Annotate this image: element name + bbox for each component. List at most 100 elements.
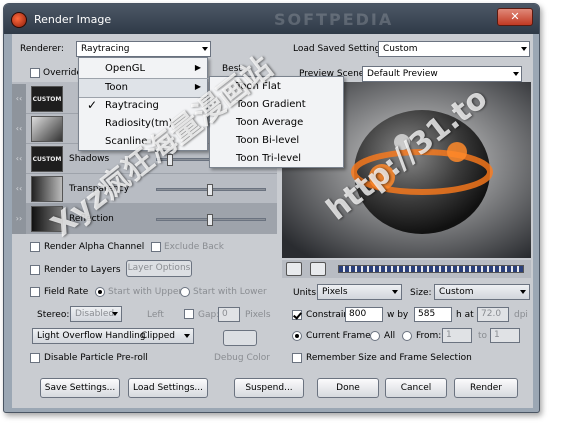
render-image-window: Render Image SOFTPEDIA ✕ Renderer: Raytr… <box>3 3 540 413</box>
home-icon[interactable] <box>310 262 326 276</box>
menu-item-toon-gradient[interactable]: Toon Gradient <box>210 96 343 114</box>
effect-thumbnail: CUSTOM <box>31 86 63 112</box>
dpi-label: dpi <box>514 310 528 320</box>
drag-handle-icon[interactable]: ‹‹ <box>12 114 26 144</box>
size-value: Custom <box>439 287 474 297</box>
sphere-icon[interactable] <box>286 262 302 276</box>
start-upper-label: Start with Upper <box>108 287 183 297</box>
current-frame-radio[interactable] <box>292 331 302 341</box>
from-field[interactable]: 1 <box>442 328 472 343</box>
from-radio[interactable] <box>402 331 412 341</box>
gap-field[interactable]: 0 <box>218 307 240 322</box>
chevron-down-icon <box>520 290 526 294</box>
menu-item-toon-tri-level[interactable]: Toon Tri-level <box>210 150 343 168</box>
drag-handle-icon[interactable]: ›› <box>12 204 26 234</box>
menu-item-scanline[interactable]: Scanline <box>79 133 207 151</box>
gap-label: Gap: <box>198 310 220 320</box>
light-overflow-select[interactable]: Light Overflow Handling Clipped <box>32 328 194 344</box>
field-rate-checkbox[interactable] <box>30 287 40 297</box>
effect-thumbnail <box>31 206 63 232</box>
stereo-select[interactable]: Disabled <box>70 306 122 322</box>
units-select[interactable]: Pixels <box>317 284 402 300</box>
chevron-down-icon <box>521 47 527 51</box>
menu-item-toon[interactable]: Toon ▶ <box>79 79 207 97</box>
close-button[interactable]: ✕ <box>497 8 533 26</box>
load-saved-value: Custom <box>383 44 418 54</box>
effect-row-transparency[interactable]: ‹‹ Transparency <box>12 174 277 204</box>
preview-orange-spot <box>369 164 395 190</box>
to-field[interactable]: 1 <box>490 328 520 343</box>
units-value: Pixels <box>322 287 348 297</box>
drag-handle-icon[interactable]: ‹‹ <box>12 84 26 114</box>
menu-item-opengl[interactable]: OpenGL ▶ <box>79 60 207 78</box>
start-upper-radio[interactable] <box>95 287 105 297</box>
start-lower-radio[interactable] <box>180 287 190 297</box>
done-button[interactable]: Done <box>317 378 379 398</box>
cancel-button[interactable]: Cancel <box>385 378 447 398</box>
constrain-checkbox[interactable] <box>292 310 302 320</box>
reflection-slider[interactable] <box>156 214 266 226</box>
slider-knob[interactable] <box>207 214 213 226</box>
light-overflow-label: Light Overflow Handling <box>37 331 146 341</box>
effect-thumbnail: CUSTOM <box>31 146 63 172</box>
renderer-select[interactable]: Raytracing <box>76 41 211 57</box>
override-checkbox[interactable] <box>30 68 40 78</box>
preview-scene-select[interactable]: Default Preview <box>362 66 522 82</box>
stereo-label: Stereo: <box>37 310 70 320</box>
effect-row-reflection[interactable]: ›› Reflection <box>12 204 277 234</box>
app-icon <box>11 12 27 28</box>
slider-knob[interactable] <box>167 154 173 166</box>
stereo-value: Disabled <box>75 309 115 319</box>
chevron-down-icon <box>513 72 519 76</box>
render-button[interactable]: Render <box>454 378 518 398</box>
debug-color-label: Debug Color <box>214 353 270 363</box>
menu-item-toon-flat[interactable]: Toon Flat <box>210 78 343 96</box>
menu-item-toon-bi-level[interactable]: Toon Bi-level <box>210 132 343 150</box>
chevron-down-icon <box>184 334 190 338</box>
exclude-back-checkbox[interactable] <box>151 242 161 252</box>
effect-thumbnail <box>31 176 63 202</box>
menu-item-label: Toon <box>105 82 128 93</box>
menu-item-radiosity[interactable]: Radiosity(tm) <box>79 115 207 133</box>
drag-handle-icon[interactable]: ‹‹ <box>12 144 26 174</box>
h-at-label: h at <box>456 310 474 320</box>
size-label: Size: <box>410 288 432 298</box>
transparency-slider[interactable] <box>156 184 266 196</box>
drag-handle-icon[interactable]: ‹‹ <box>12 174 26 204</box>
disable-particle-checkbox[interactable] <box>30 353 40 363</box>
slider-knob[interactable] <box>207 184 213 196</box>
debug-color-swatch[interactable] <box>223 330 257 346</box>
width-field[interactable]: 800 <box>345 307 383 322</box>
remember-size-checkbox[interactable] <box>292 353 302 363</box>
exclude-back-label: Exclude Back <box>164 242 224 252</box>
units-label: Units: <box>293 288 320 298</box>
preview-scene-value: Default Preview <box>367 69 438 79</box>
suspend-button[interactable]: Suspend... <box>234 378 304 398</box>
effect-label: Transparency <box>69 184 130 194</box>
remember-size-label: Remember Size and Frame Selection <box>306 353 472 363</box>
menu-item-label: Toon Gradient <box>236 99 306 110</box>
dpi-field[interactable]: 72.0 <box>477 307 509 322</box>
menu-item-toon-average[interactable]: Toon Average <box>210 114 343 132</box>
effect-thumbnail <box>31 116 63 142</box>
all-frames-radio[interactable] <box>370 331 380 341</box>
render-alpha-label: Render Alpha Channel <box>44 242 145 252</box>
load-saved-select[interactable]: Custom <box>378 41 530 57</box>
all-frames-label: All <box>384 331 396 341</box>
effect-label: Reflection <box>69 214 114 224</box>
by-label: w by <box>387 310 409 320</box>
stereo-option-checkbox[interactable] <box>184 309 194 319</box>
menu-item-label: Toon Tri-level <box>236 153 302 164</box>
render-layers-checkbox[interactable] <box>30 265 40 275</box>
chevron-down-icon <box>392 290 398 294</box>
best-label: Best <box>222 64 242 74</box>
load-settings-button[interactable]: Load Settings... <box>128 378 208 398</box>
override-label: Override <box>43 68 82 78</box>
save-settings-button[interactable]: Save Settings... <box>40 378 120 398</box>
layer-options-button[interactable]: Layer Options <box>126 260 192 277</box>
size-select[interactable]: Custom <box>434 284 530 300</box>
menu-item-raytracing[interactable]: ✓ Raytracing <box>79 97 207 115</box>
render-alpha-checkbox[interactable] <box>30 242 40 252</box>
render-progress-bar <box>338 265 524 273</box>
height-field[interactable]: 585 <box>414 307 452 322</box>
